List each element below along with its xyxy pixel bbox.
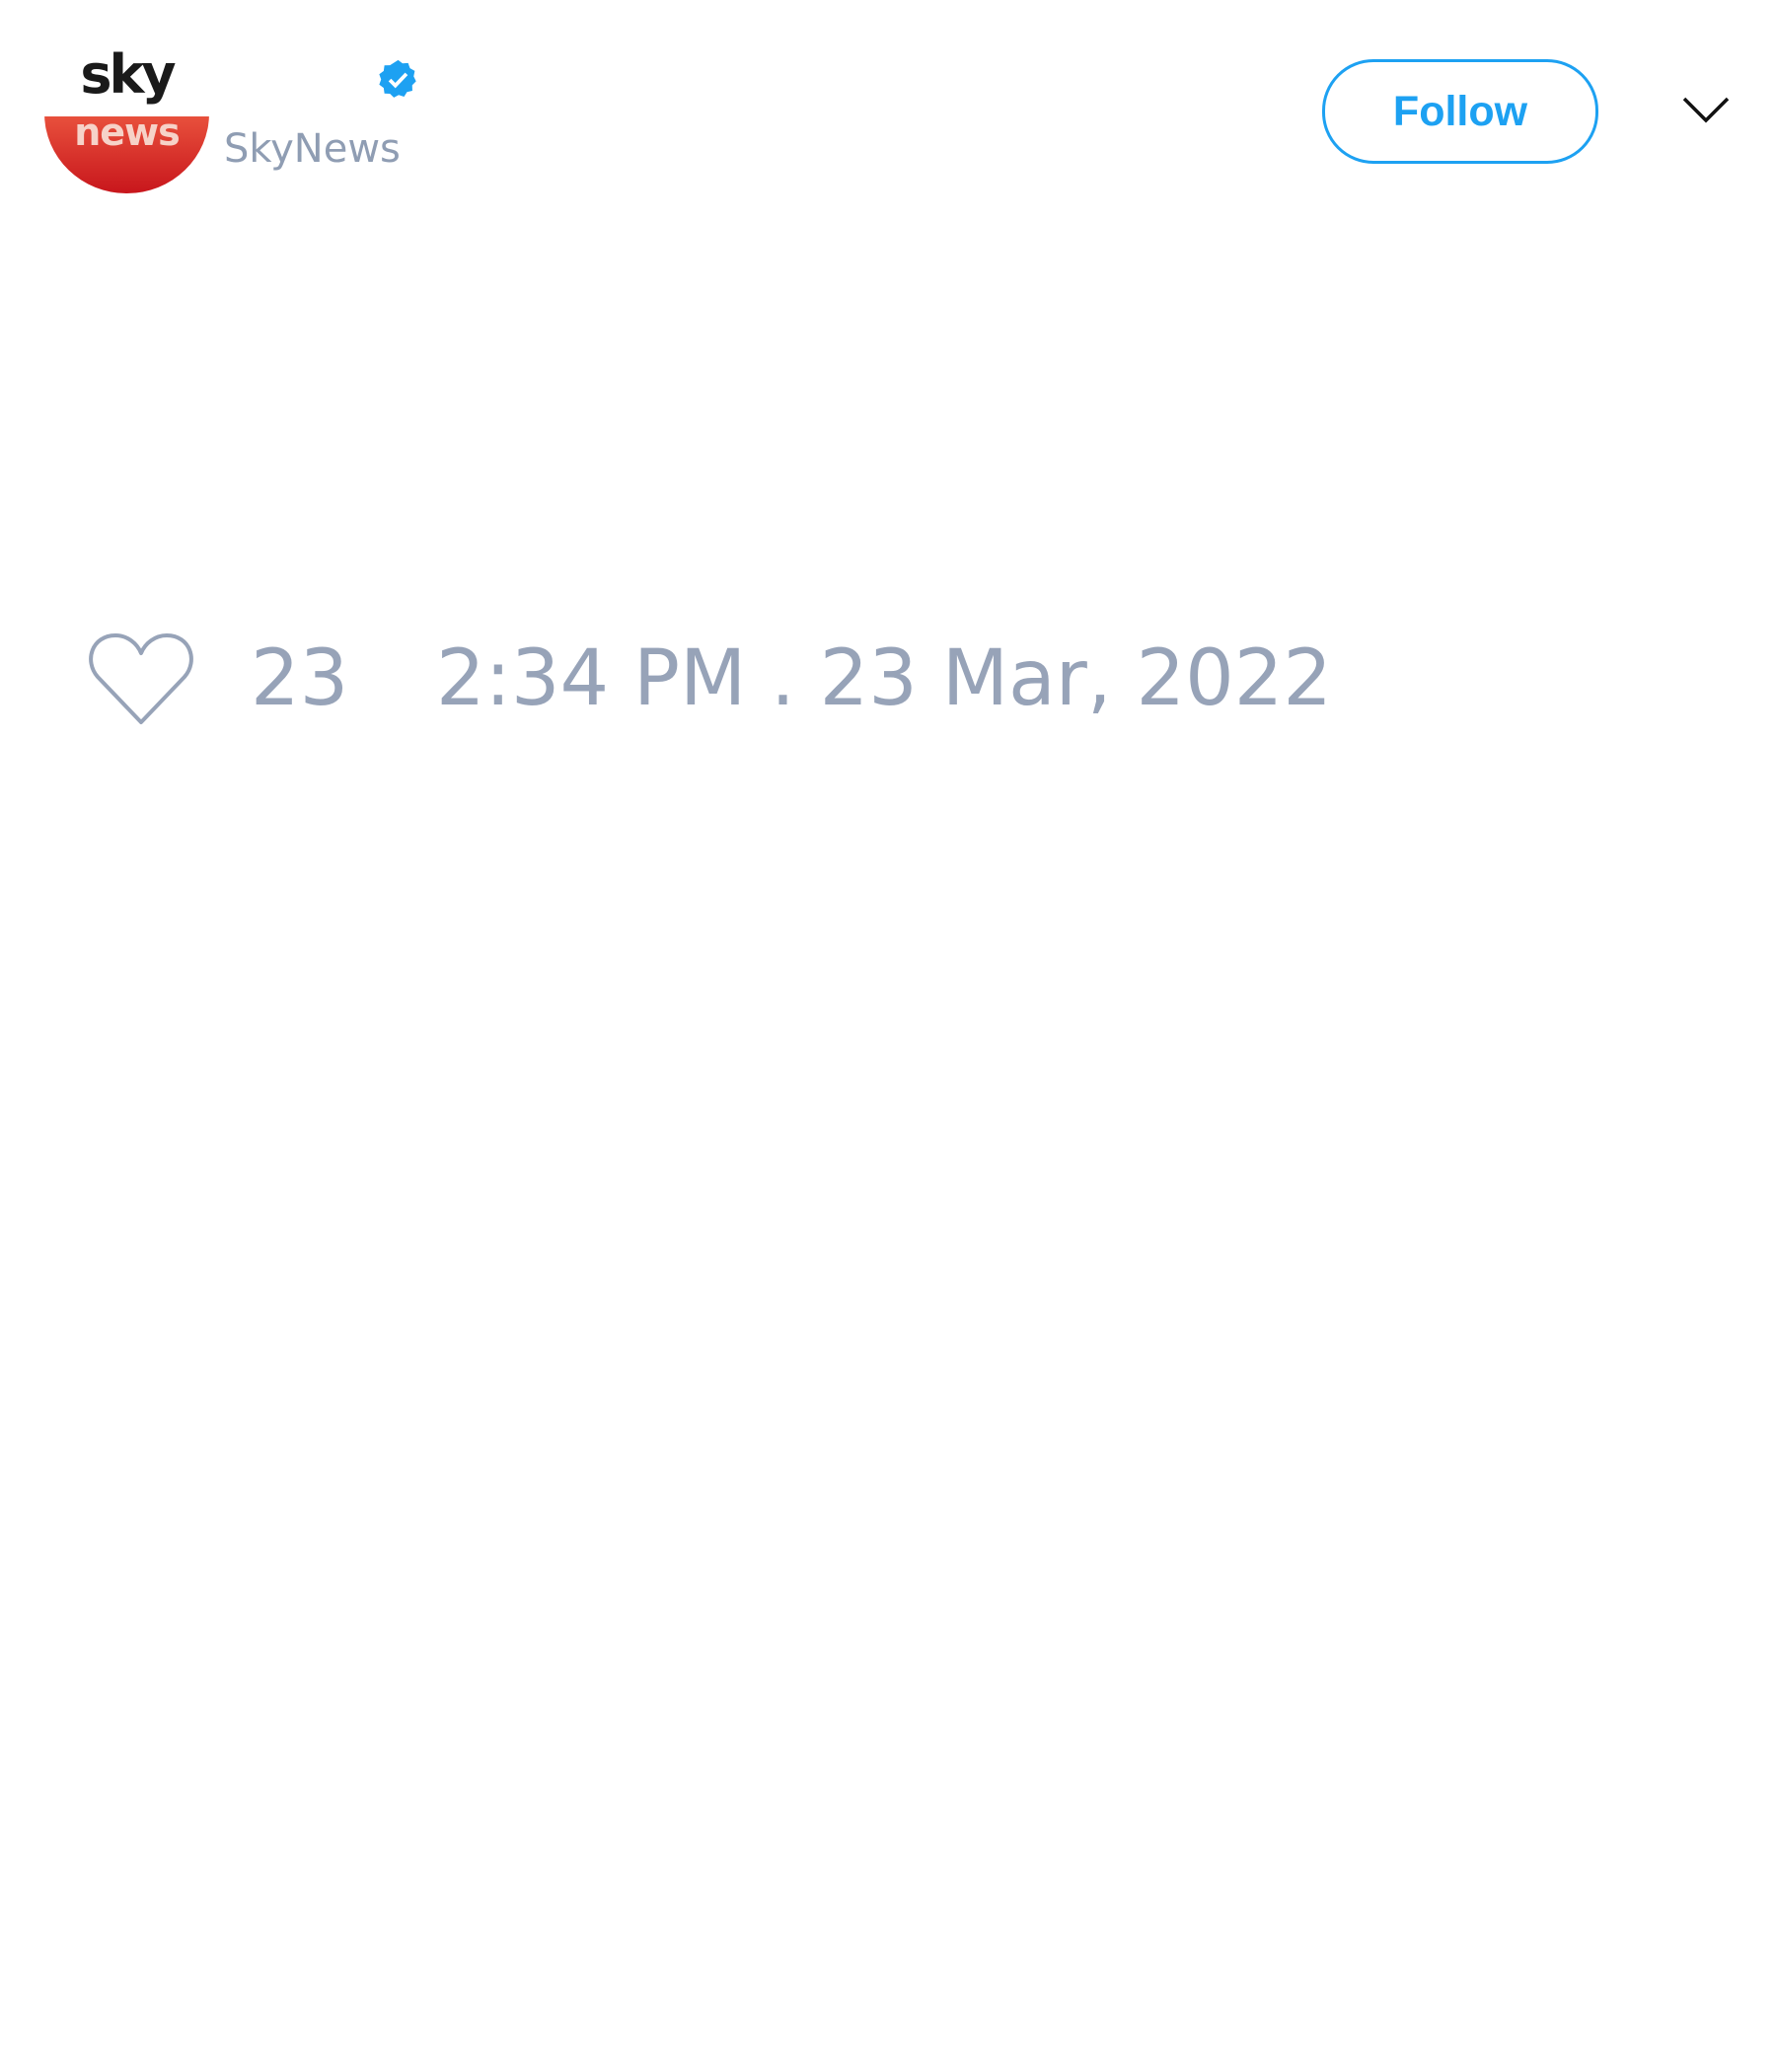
follow-button[interactable]: Follow	[1322, 59, 1598, 164]
verified-badge-icon	[376, 57, 420, 102]
like-count: 23	[251, 634, 349, 723]
avatar-logo-sky: sky	[80, 43, 176, 106]
account-handle[interactable]: SkyNews	[224, 126, 401, 172]
avatar[interactable]: sky news	[44, 34, 209, 193]
tweet-timestamp[interactable]: 2:34 PM . 23 Mar, 2022	[436, 631, 1332, 726]
avatar-logo-news: news	[74, 111, 181, 154]
chevron-down-icon[interactable]	[1681, 93, 1731, 126]
heart-icon[interactable]	[88, 631, 194, 726]
